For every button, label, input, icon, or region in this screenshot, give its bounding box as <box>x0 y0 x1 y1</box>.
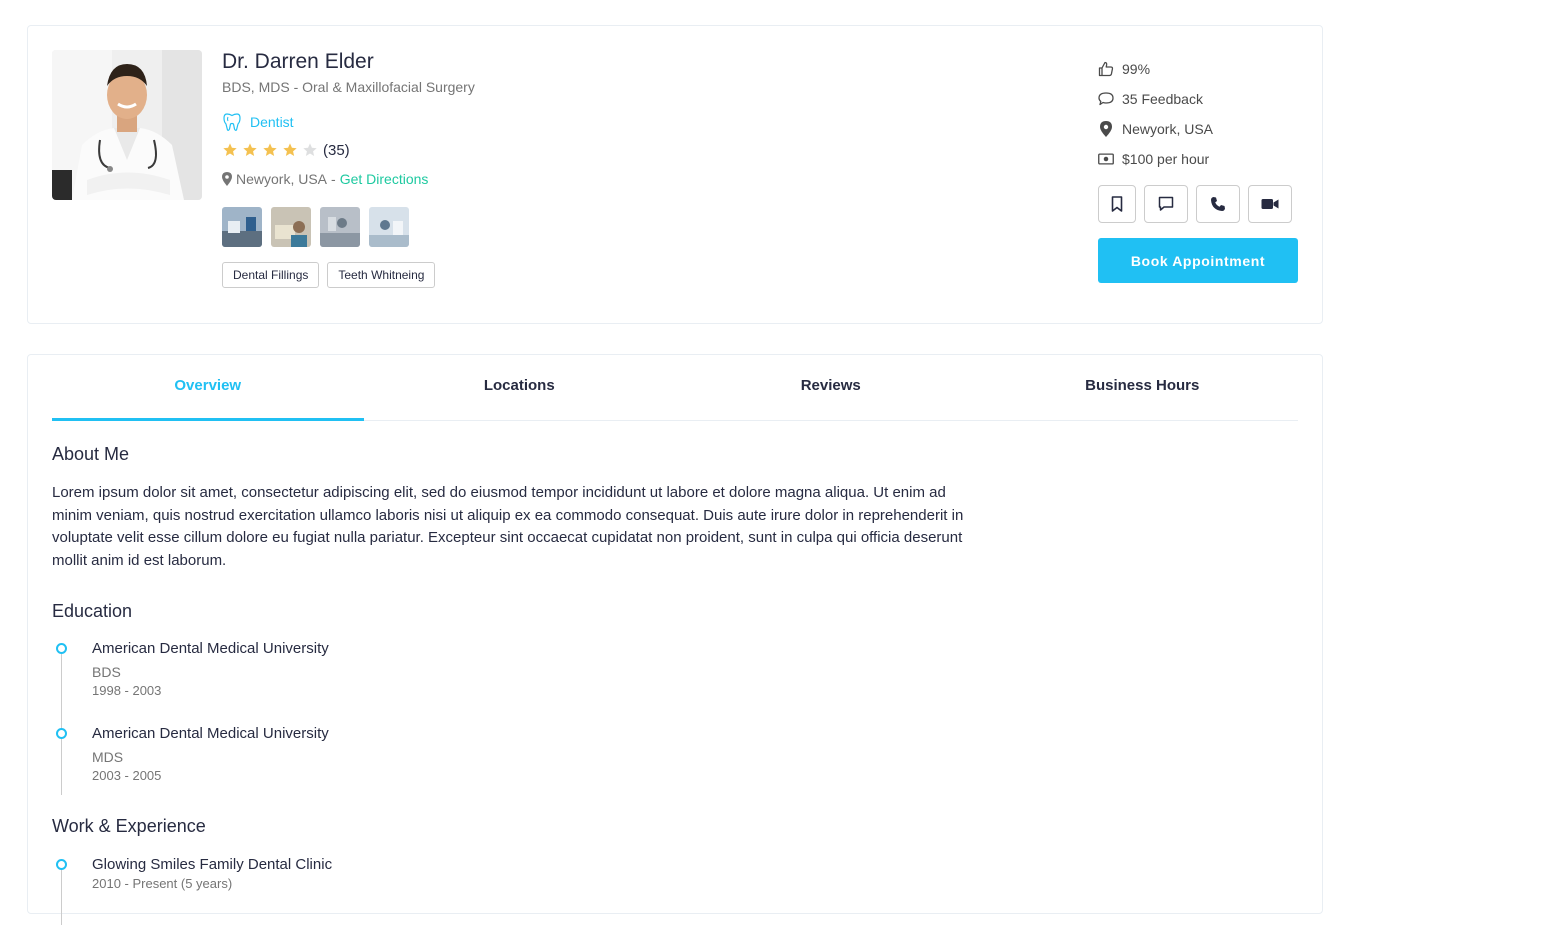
service-tag[interactable]: Dental Fillings <box>222 262 320 288</box>
video-call-button[interactable] <box>1248 185 1292 223</box>
department-label: Dentist <box>250 114 294 130</box>
likes-row: 99% <box>1098 54 1298 84</box>
stats-location-text: Newyork, USA <box>1122 121 1214 137</box>
education-degree: MDS <box>92 749 124 765</box>
timeline-dot <box>56 859 67 870</box>
gallery-image[interactable] <box>222 207 262 247</box>
bookmark-icon <box>1111 196 1123 212</box>
book-appointment-button[interactable]: Book Appointment <box>1098 238 1298 283</box>
education-item: American Dental Medical University BDS 1… <box>52 639 652 700</box>
map-marker-icon <box>222 172 232 186</box>
experience-item: Glowing Smiles Family Dental Clinic 2010… <box>52 855 652 893</box>
experience-clinic[interactable]: Glowing Smiles Family Dental Clinic <box>92 855 652 875</box>
location-text: Newyork, USA <box>236 171 328 187</box>
experience-title: Work & Experience <box>52 816 206 836</box>
profile-tabs: Overview Locations Reviews Business Hour… <box>52 355 1298 421</box>
doctor-name[interactable]: Dr. Darren Elder <box>222 48 475 76</box>
experience-timeline: Glowing Smiles Family Dental Clinic 2010… <box>52 855 652 925</box>
comment-icon <box>1098 91 1114 107</box>
education-title: Education <box>52 601 133 621</box>
doctor-location: Newyork, USA - Get Directions <box>222 170 475 188</box>
gallery-image[interactable] <box>320 207 360 247</box>
doctor-department[interactable]: Dentist <box>222 111 475 133</box>
feedback-text: 35 Feedback <box>1122 91 1203 107</box>
location-separator: - <box>331 171 336 187</box>
gallery-image[interactable] <box>369 207 409 247</box>
price-row: $100 per hour <box>1098 144 1298 174</box>
star-icon <box>262 142 278 158</box>
thumbs-up-icon <box>1098 61 1114 77</box>
tab-overview[interactable]: Overview <box>52 355 364 421</box>
map-marker-icon <box>1098 121 1114 137</box>
service-tags: Dental Fillings Teeth Whitneing <box>222 262 475 288</box>
star-icon <box>282 142 298 158</box>
chat-button[interactable] <box>1144 185 1188 223</box>
tab-reviews[interactable]: Reviews <box>675 355 987 420</box>
bookmark-button[interactable] <box>1098 185 1136 223</box>
likes-text: 99% <box>1122 61 1151 77</box>
education-institution[interactable]: American Dental Medical University <box>92 724 652 744</box>
video-camera-icon <box>1261 199 1279 209</box>
get-directions-link[interactable]: Get Directions <box>340 171 429 187</box>
doctor-photo[interactable] <box>52 50 202 200</box>
star-icon <box>242 142 258 158</box>
experience-years: 2010 - Present (5 years) <box>92 876 233 891</box>
education-timeline: American Dental Medical University BDS 1… <box>52 639 652 795</box>
education-degree: BDS <box>92 664 121 680</box>
star-icon <box>302 142 318 158</box>
service-tag[interactable]: Teeth Whitneing <box>327 262 436 288</box>
education-years: 1998 - 2003 <box>92 683 162 698</box>
doctor-stats: 99% 35 Feedback Newyork, USA $100 per ho… <box>1098 54 1298 283</box>
rating-stars: (35) <box>222 141 475 159</box>
doctor-speciality: BDS, MDS - Oral & Maxillofacial Surgery <box>222 79 475 95</box>
doctor-actions <box>1098 185 1298 223</box>
price-text: $100 per hour <box>1122 151 1210 167</box>
gallery-image[interactable] <box>271 207 311 247</box>
comment-alt-icon <box>1158 196 1174 211</box>
timeline-dot <box>56 643 67 654</box>
location-row: Newyork, USA <box>1098 114 1298 144</box>
education-years: 2003 - 2005 <box>92 768 162 783</box>
doctor-info: Dr. Darren Elder BDS, MDS - Oral & Maxil… <box>222 48 475 288</box>
voice-call-button[interactable] <box>1196 185 1240 223</box>
about-text: Lorem ipsum dolor sit amet, consectetur … <box>52 484 964 569</box>
education-item: American Dental Medical University MDS 2… <box>52 724 652 785</box>
timeline-dot <box>56 728 67 739</box>
tab-business-hours[interactable]: Business Hours <box>987 355 1299 420</box>
doctor-details-card: Overview Locations Reviews Business Hour… <box>27 354 1323 925</box>
about-title: About Me <box>52 444 130 464</box>
clinic-gallery <box>222 207 475 247</box>
star-icon <box>222 142 238 158</box>
tab-locations[interactable]: Locations <box>364 355 676 420</box>
tooth-icon <box>222 112 242 132</box>
rating-count: (35) <box>323 141 350 159</box>
doctor-profile-card: Dr. Darren Elder BDS, MDS - Oral & Maxil… <box>27 25 1323 324</box>
phone-icon <box>1211 197 1225 211</box>
feedback-row: 35 Feedback <box>1098 84 1298 114</box>
money-bill-icon <box>1098 151 1114 167</box>
education-institution[interactable]: American Dental Medical University <box>92 639 652 659</box>
